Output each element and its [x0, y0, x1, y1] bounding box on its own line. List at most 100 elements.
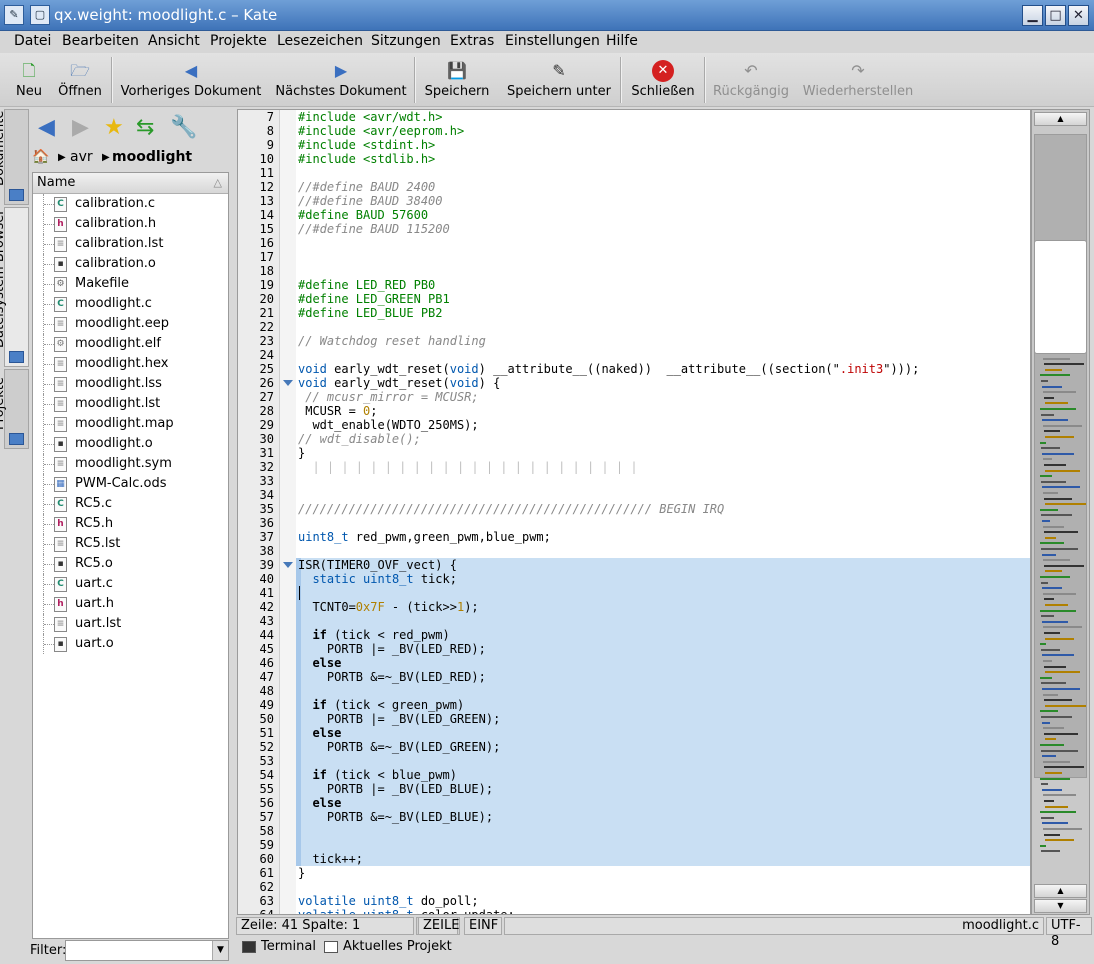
- tab-aktuelles-projekt[interactable]: Aktuelles Projekt: [343, 939, 452, 954]
- list-item[interactable]: C RC5.c: [33, 494, 228, 514]
- tab-dateisystem-browser[interactable]: Dateisystem-Browser: [0, 207, 29, 367]
- list-item[interactable]: ≡ uart.lst: [33, 614, 228, 634]
- minimap-scrollbar[interactable]: ▲ ▲ ▼: [1031, 109, 1090, 915]
- line-number: 13: [259, 194, 274, 208]
- list-item[interactable]: ≡ moodlight.hex: [33, 354, 228, 374]
- menu-ansicht[interactable]: Ansicht: [148, 33, 200, 49]
- tab-dokumente[interactable]: Dokumente: [0, 109, 29, 205]
- list-item[interactable]: ▪ calibration.o: [33, 254, 228, 274]
- list-item[interactable]: ▪ RC5.o: [33, 554, 228, 574]
- menu-projekte[interactable]: Projekte: [210, 33, 267, 49]
- minimap-viewport[interactable]: [1034, 240, 1087, 354]
- list-item[interactable]: ≡ calibration.lst: [33, 234, 228, 254]
- list-item[interactable]: Cuart.c: [33, 574, 228, 594]
- home-folder-icon[interactable]: 🏠: [32, 149, 49, 165]
- minimap-line: [1044, 665, 1066, 668]
- line-number: 44: [259, 628, 274, 642]
- insert-mode[interactable]: EINF: [464, 917, 502, 935]
- list-item[interactable]: ≡ moodlight.lss: [33, 374, 228, 394]
- chevron-down-icon[interactable]: ▼: [212, 941, 228, 960]
- menu-bearbeiten[interactable]: Bearbeiten: [62, 33, 139, 49]
- kate-icon[interactable]: ✎: [4, 5, 24, 25]
- minimap-line: [1043, 592, 1076, 595]
- list-item[interactable]: h calibration.h: [33, 214, 228, 234]
- open-button[interactable]: 🗁 Öffnen: [56, 57, 104, 105]
- browser-toolbar: ◀ ▶ ★ ⇆ 🔧: [30, 115, 230, 145]
- breadcrumb-avr[interactable]: avr: [70, 149, 93, 165]
- maximize-button[interactable]: □: [1045, 5, 1066, 26]
- text-file-icon: ≡: [54, 317, 67, 332]
- menu-datei[interactable]: Datei: [14, 33, 51, 49]
- tab-terminal[interactable]: Terminal: [261, 939, 316, 954]
- scroll-down-button[interactable]: ▼: [1034, 899, 1087, 913]
- tree-line: [43, 414, 54, 434]
- save-button[interactable]: 💾 Speichern: [422, 57, 492, 105]
- new-button[interactable]: 🗋 Neu: [8, 57, 50, 105]
- folding-gutter[interactable]: [280, 110, 296, 914]
- minimap-line: [1042, 520, 1050, 522]
- scroll-up-button[interactable]: ▲: [1034, 112, 1087, 126]
- column-header-name[interactable]: Name △: [33, 173, 228, 194]
- line-number: 10: [259, 152, 274, 166]
- previous-document-button[interactable]: ◀ Vorheriges Dokument: [120, 57, 262, 105]
- code-editor[interactable]: 7 #include <avr/wdt.h> 8 #include <avr/eepr…: [237, 109, 1031, 915]
- minimap-track[interactable]: [1034, 134, 1087, 778]
- list-item[interactable]: Cmoodlight.c: [33, 294, 228, 314]
- breadcrumb-moodlight[interactable]: moodlight: [112, 149, 192, 165]
- menu-lesezeichen[interactable]: Lesezeichen: [277, 33, 363, 49]
- minimap-line: [1045, 402, 1068, 405]
- list-item[interactable]: h RC5.h: [33, 514, 228, 534]
- encoding[interactable]: UTF-8: [1046, 917, 1092, 949]
- minimap-line: [1045, 368, 1062, 371]
- minimap-line: [1044, 598, 1054, 601]
- close-document-button[interactable]: ✕ Schließen: [628, 57, 698, 105]
- panel-splitter[interactable]: [233, 109, 236, 914]
- fold-triangle-icon[interactable]: [283, 562, 293, 568]
- redo-button[interactable]: ↷ Wiederherstellen: [802, 57, 914, 105]
- list-item[interactable]: h uart.h: [33, 594, 228, 614]
- save-as-button[interactable]: ✎ Speichern unter: [505, 57, 613, 105]
- minimap-line: [1044, 464, 1066, 466]
- saveas-label: Speichern unter: [507, 84, 611, 99]
- undo-button[interactable]: ↶ Rückgängig: [712, 57, 790, 105]
- minimize-button[interactable]: ▁: [1022, 5, 1043, 26]
- list-item[interactable]: ▦ PWM-Calc.ods: [33, 474, 228, 494]
- scroll-up-button-bottom[interactable]: ▲: [1034, 884, 1087, 898]
- menu-einstellungen[interactable]: Einstellungen: [505, 33, 600, 49]
- object-file-icon: ▪: [54, 637, 67, 652]
- fold-triangle-icon[interactable]: [283, 380, 293, 386]
- tab-projekte[interactable]: Projekte: [0, 369, 29, 449]
- list-item[interactable]: Ccalibration.c: [33, 194, 228, 214]
- menu-hilfe[interactable]: Hilfe: [606, 33, 638, 49]
- close-window-button[interactable]: ✕: [1068, 5, 1089, 26]
- list-item[interactable]: ≡ moodlight.lst: [33, 394, 228, 414]
- selection-mode[interactable]: ZEILE: [418, 917, 459, 935]
- sync-document-icon[interactable]: ⇆: [136, 115, 154, 141]
- next-document-button[interactable]: ▶ Nächstes Dokument: [274, 57, 408, 105]
- window-menu-icon[interactable]: ▢: [30, 5, 50, 25]
- menu-extras[interactable]: Extras: [450, 33, 494, 49]
- list-item[interactable]: ≡ RC5.lst: [33, 534, 228, 554]
- list-item[interactable]: ⚙ moodlight.elf: [33, 334, 228, 354]
- list-item[interactable]: ≡ moodlight.sym: [33, 454, 228, 474]
- minimap-line: [1041, 648, 1060, 651]
- prev-label: Vorheriges Dokument: [120, 84, 262, 99]
- minimap-line: [1044, 531, 1078, 534]
- file-name: PWM-Calc.ods: [75, 476, 167, 491]
- list-item[interactable]: ▪ uart.o: [33, 634, 228, 654]
- list-item[interactable]: ▪ moodlight.o: [33, 434, 228, 454]
- list-item[interactable]: ⚙ Makefile: [33, 274, 228, 294]
- list-item[interactable]: ≡ moodlight.map: [33, 414, 228, 434]
- bookmark-star-icon[interactable]: ★: [104, 115, 124, 141]
- code-line: ISR(TIMER0_OVF_vect) {: [298, 558, 457, 572]
- minimap-line: [1043, 828, 1082, 830]
- back-icon[interactable]: ◀: [38, 115, 55, 141]
- forward-icon[interactable]: ▶: [72, 115, 89, 141]
- code-line: uint8_t red_pwm,green_pwm,blue_pwm;: [298, 530, 551, 544]
- tree-line: [43, 434, 54, 454]
- menu-sitzungen[interactable]: Sitzungen: [371, 33, 441, 49]
- toolbar-separator: [620, 57, 622, 103]
- filter-combobox[interactable]: ▼: [65, 940, 229, 961]
- list-item[interactable]: ≡ moodlight.eep: [33, 314, 228, 334]
- settings-wrench-icon[interactable]: 🔧: [170, 115, 197, 141]
